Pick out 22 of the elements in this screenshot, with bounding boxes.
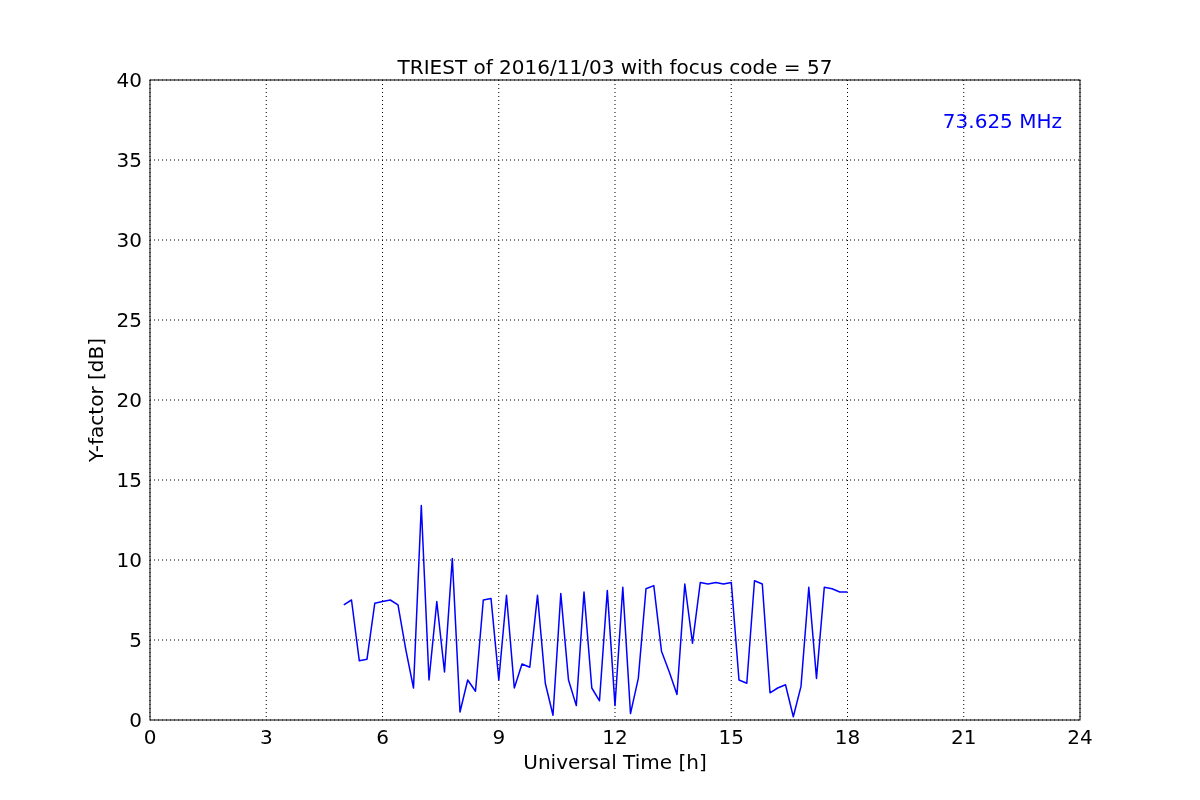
tick-label: 9 [492, 725, 506, 749]
tick-label: 30 [116, 228, 142, 252]
tick-label: 15 [718, 725, 744, 749]
axis-label: Universal Time [h] [523, 750, 707, 774]
tick-label: 5 [129, 628, 142, 652]
tick-label: 25 [116, 308, 142, 332]
tick-label: 24 [1067, 725, 1093, 749]
legend-label: 73.625 MHz [942, 109, 1062, 133]
tick-label: 0 [143, 725, 157, 749]
tick-label: 20 [116, 388, 142, 412]
tick-label: 21 [951, 725, 977, 749]
tick-label: 10 [116, 548, 142, 572]
axis-label: Y-factor [dB] [84, 338, 108, 462]
tick-label: 15 [116, 468, 142, 492]
tick-label: 12 [602, 725, 628, 749]
tick-label: 18 [834, 725, 861, 749]
tick-label: 6 [376, 725, 389, 749]
tick-label: 3 [259, 725, 273, 749]
tick-label: 0 [129, 708, 142, 732]
tick-label: 35 [116, 148, 142, 172]
tick-label: 40 [116, 68, 142, 92]
chart-title: TRIEST of 2016/11/03 with focus code = 57 [397, 55, 833, 79]
